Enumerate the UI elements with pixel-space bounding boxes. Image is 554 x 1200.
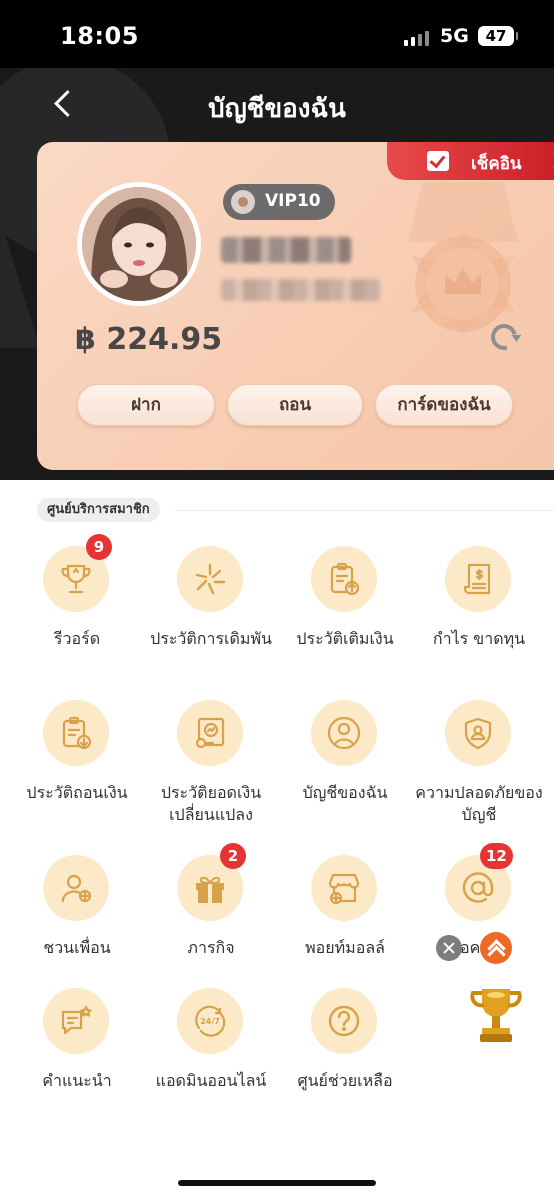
- balance-amount: ฿ 224.95: [75, 322, 223, 357]
- support-24-7-icon: 24/7: [195, 1005, 226, 1037]
- menu-icon-bg: [311, 700, 377, 766]
- calendar-check-icon: [427, 151, 449, 171]
- menu-icon-bg: [311, 855, 377, 921]
- withdraw-button[interactable]: ถอน: [227, 384, 363, 426]
- menu-item-label: ความปลอดภัยของบัญชี: [415, 783, 543, 824]
- avatar[interactable]: [77, 182, 201, 306]
- menu-item-label: ชวนเพื่อน: [43, 938, 111, 957]
- menu-item-label: พอยท์มอลล์: [305, 938, 385, 957]
- menu-item-label: รีวอร์ด: [53, 629, 101, 648]
- messages-badge: 12: [480, 843, 513, 869]
- close-floating-button[interactable]: [436, 935, 462, 961]
- deposit-button[interactable]: ฝาก: [77, 384, 215, 426]
- menu-item-label: ประวัติเติมเงิน: [296, 629, 394, 648]
- store-icon: [328, 873, 360, 905]
- vip-medal-icon: [231, 190, 255, 214]
- page-title: บัญชีของฉัน: [208, 94, 346, 124]
- rewards-badge: 9: [86, 534, 112, 560]
- menu-icon-bg: [43, 700, 109, 766]
- header-decoration-wedge: [0, 218, 40, 348]
- account-id-redacted: [221, 279, 381, 301]
- menu-item-label: ประวัติถอนเงิน: [26, 783, 128, 802]
- avatar-portrait: [82, 187, 196, 301]
- user-circle-icon: [327, 716, 361, 750]
- chart-report-icon: [195, 717, 225, 749]
- menu-item-label: ศูนย์ช่วยเหลือ: [297, 1071, 393, 1090]
- at-icon: [462, 872, 494, 903]
- trophy-icon: [61, 564, 91, 594]
- chevron-right-icon: [546, 151, 554, 170]
- home-indicator: [178, 1180, 376, 1186]
- section-divider: [175, 510, 554, 511]
- menu-item-label: ข้อความ: [449, 938, 509, 957]
- battery-icon: 47: [478, 26, 518, 46]
- checkin-label: เช็คอิน: [471, 154, 522, 174]
- clipboard-download-icon: [62, 716, 92, 750]
- chat-star-icon: [61, 1005, 92, 1035]
- signal-icon: [404, 30, 429, 46]
- status-bar: 18:05 5G 47: [0, 0, 554, 68]
- menu-icon-bg: [445, 546, 511, 612]
- vip-badge[interactable]: VIP10: [223, 184, 335, 220]
- my-card-button[interactable]: การ์ดของฉัน: [375, 384, 513, 426]
- section-title: ศูนย์บริการสมาชิก: [37, 498, 160, 522]
- menu-item-label: ภารกิจ: [187, 938, 235, 957]
- trophy-floating-icon[interactable]: [468, 985, 524, 1045]
- medal-watermark-icon: [408, 182, 518, 336]
- menu-item-label: คำแนะนำ: [42, 1071, 112, 1090]
- menu-icon-bg: [177, 700, 243, 766]
- menu-item-label: แอดมินออนไลน์: [155, 1071, 267, 1090]
- spark-icon: [195, 563, 226, 595]
- menu-icon-bg: [445, 700, 511, 766]
- shield-user-icon: [464, 717, 492, 750]
- receipt-dollar-icon: [463, 563, 491, 595]
- account-card: เช็คอิน VIP10 ฿ 224.95 ฝาก ถอน การ์ดของฉ…: [37, 142, 554, 470]
- username-redacted: [221, 237, 351, 263]
- vip-label: VIP10: [265, 191, 321, 211]
- menu-item-label: ประวัติการเดิมพัน: [150, 629, 272, 648]
- menu-item-label: กำไร ขาดทุน: [432, 629, 526, 648]
- menu-icon-bg: [177, 546, 243, 612]
- menu-icon-bg: [43, 855, 109, 921]
- menu-icon-bg: [311, 546, 377, 612]
- clipboard-upload-icon: [330, 562, 360, 596]
- menu-icon-bg: [311, 988, 377, 1054]
- checkin-button[interactable]: เช็คอิน: [387, 142, 554, 180]
- menu-icon-bg: [43, 988, 109, 1054]
- user-add-icon: [61, 874, 92, 903]
- question-icon: [328, 1005, 360, 1037]
- scroll-top-button[interactable]: [480, 932, 512, 964]
- gift-icon: [196, 876, 224, 903]
- missions-badge: 2: [220, 843, 246, 869]
- menu-icon-bg: 24/7: [177, 988, 243, 1054]
- network-label: 5G: [440, 25, 469, 47]
- status-time: 18:05: [60, 22, 139, 50]
- svg-text:24/7: 24/7: [200, 1017, 220, 1026]
- menu-item-label: ประวัติยอดเงินเปลี่ยนแปลง: [160, 783, 262, 824]
- menu-item-label: บัญชีของฉัน: [302, 783, 388, 802]
